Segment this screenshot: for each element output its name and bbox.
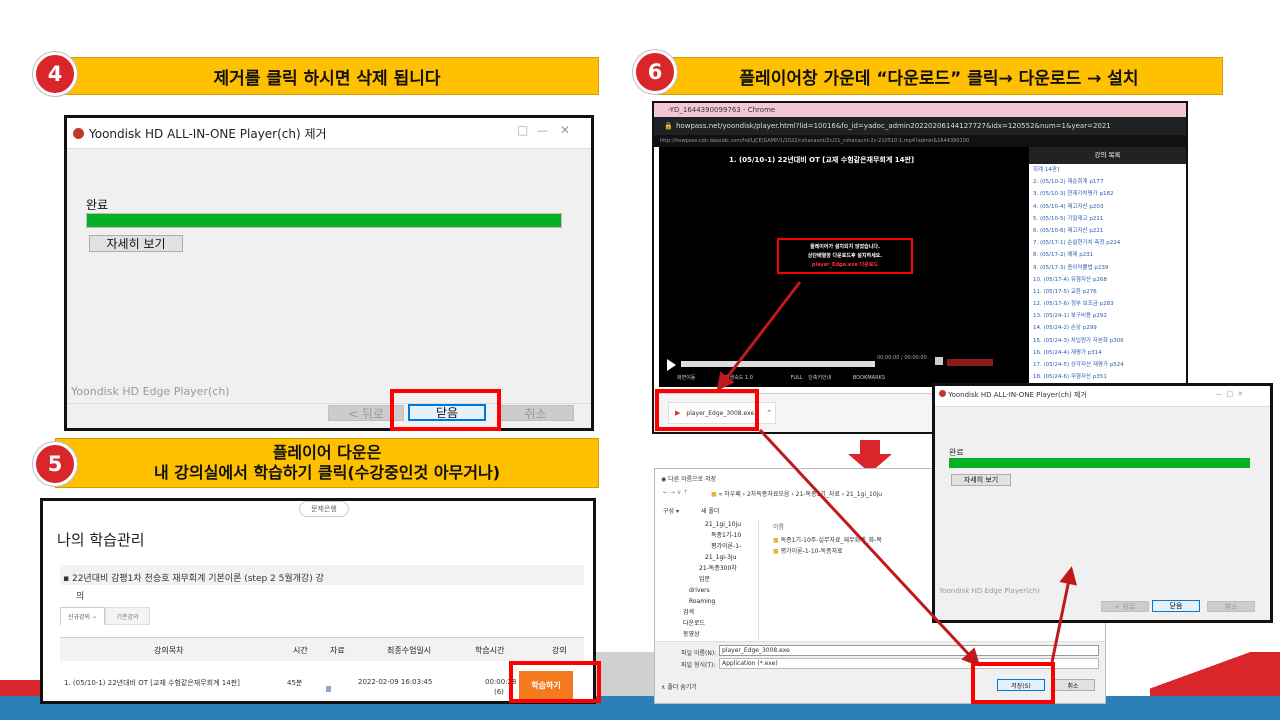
arrow-download-to-save (758, 428, 981, 667)
arrow-save-to-install (1050, 566, 1077, 663)
arrows-overlay (716, 281, 1077, 667)
arrow-alert-to-download (716, 281, 802, 392)
